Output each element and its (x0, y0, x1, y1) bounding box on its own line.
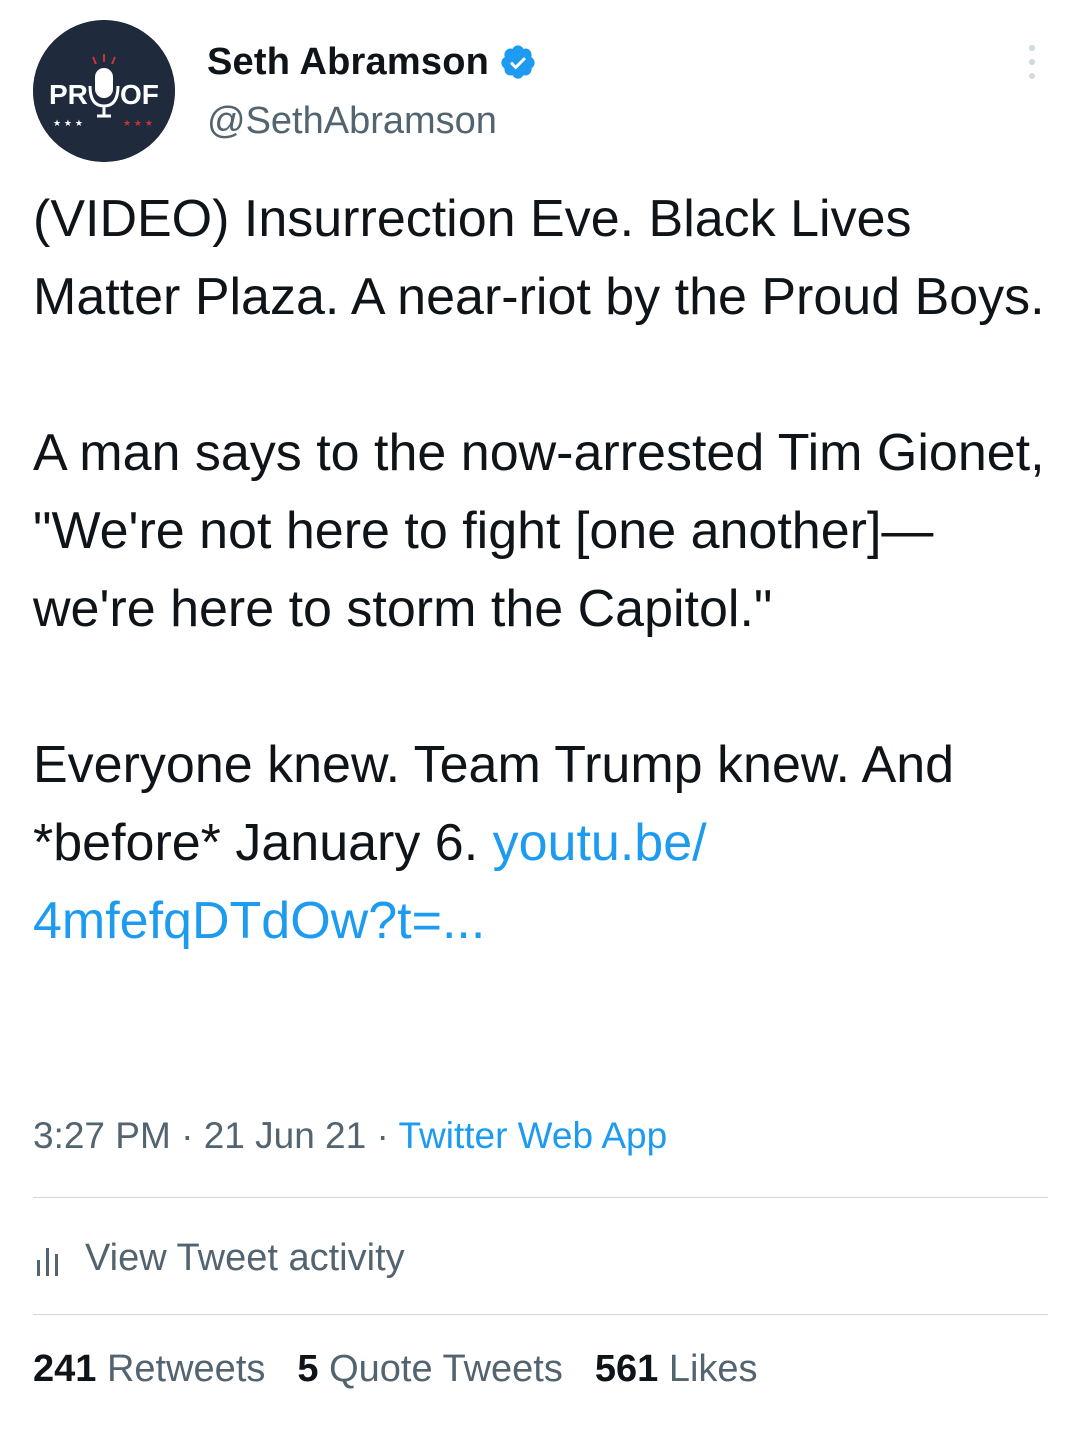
svg-text:OF: OF (120, 79, 159, 110)
tweet-stats: 241 Retweets 5 Quote Tweets 561 Likes (33, 1348, 790, 1391)
author-handle[interactable]: @SethAbramson (207, 100, 497, 143)
retweets-count: 241 (33, 1348, 97, 1390)
tweet-source-link[interactable]: Twitter Web App (398, 1115, 667, 1156)
tweet-paragraph-2: A man says to the now-arrested Tim Gione… (33, 424, 1060, 638)
divider (33, 1314, 1048, 1315)
more-options-icon[interactable] (1024, 42, 1040, 82)
meta-separator: · (170, 1115, 204, 1156)
retweets-label: Retweets (106, 1348, 266, 1390)
retweets-stat[interactable]: 241 Retweets (33, 1348, 265, 1390)
tweet-text: (VIDEO) Insurrection Eve. Black Lives Ma… (33, 180, 1048, 960)
svg-text:PR: PR (49, 79, 88, 110)
view-tweet-activity-button[interactable]: View Tweet activity (33, 1230, 405, 1286)
avatar[interactable]: PR OF ★ ★ ★ ★ ★ ★ (33, 20, 175, 162)
quote-tweets-label: Quote Tweets (329, 1348, 563, 1390)
svg-text:★ ★ ★: ★ ★ ★ (123, 119, 153, 129)
divider (33, 1197, 1048, 1198)
tweet-date[interactable]: 21 Jun 21 (204, 1115, 367, 1156)
meta-separator: · (366, 1115, 399, 1156)
svg-text:★ ★ ★: ★ ★ ★ (53, 119, 83, 129)
verified-badge-icon (501, 45, 535, 79)
view-tweet-activity-label: View Tweet activity (85, 1236, 405, 1279)
bar-chart-icon (37, 1248, 58, 1276)
tweet-paragraph-1: (VIDEO) Insurrection Eve. Black Lives Ma… (33, 190, 1045, 326)
tweet-meta: 3:27 PM · 21 Jun 21 · Twitter Web App (33, 1115, 667, 1157)
tweet-time[interactable]: 3:27 PM (33, 1115, 171, 1156)
quote-tweets-stat[interactable]: 5 Quote Tweets (297, 1348, 562, 1390)
author-name-row[interactable]: Seth Abramson (207, 40, 537, 84)
author-display-name[interactable]: Seth Abramson (207, 41, 489, 84)
likes-count: 561 (594, 1348, 659, 1390)
proof-logo-icon: PR OF ★ ★ ★ ★ ★ ★ (33, 20, 175, 162)
likes-label: Likes (668, 1348, 758, 1390)
likes-stat[interactable]: 561 Likes (595, 1348, 758, 1390)
quote-tweets-count: 5 (297, 1348, 319, 1390)
tweet-header: PR OF ★ ★ ★ ★ ★ ★ Seth Abramson @SethAbr… (33, 20, 1048, 165)
tweet-detail: PR OF ★ ★ ★ ★ ★ ★ Seth Abramson @SethAbr… (0, 0, 1079, 1434)
